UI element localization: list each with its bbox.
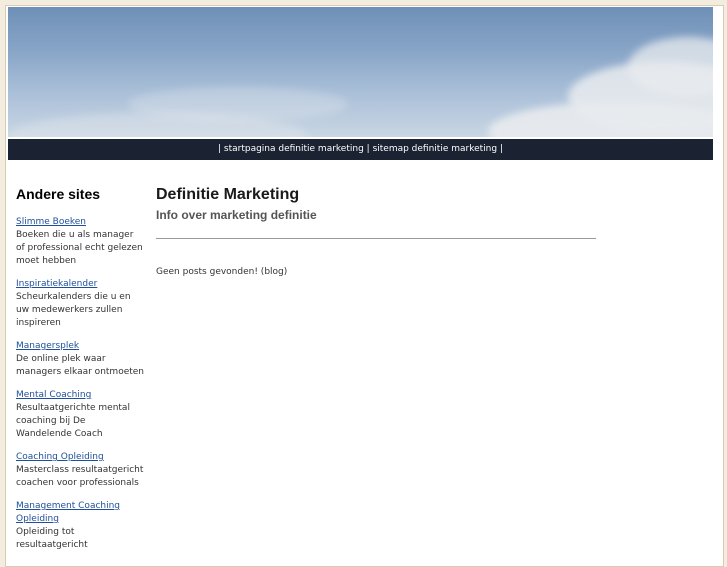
header-sky-banner [8,7,713,137]
nav-separator: | [497,144,503,154]
sidebar-site-item: Coaching Opleiding Masterclass resultaat… [16,451,144,490]
sidebar-title: Andere sites [16,186,101,202]
sidebar-site-item: Management Coaching Opleiding Opleiding … [16,500,144,552]
sidebar-site-description: Masterclass resultaatgericht coachen voo… [16,465,144,488]
sidebar-site-description: Opleiding tot resultaatgericht [16,527,88,550]
nav-link-home[interactable]: startpagina definitie marketing [224,144,364,154]
sidebar-site-item: Slimme Boeken Boeken die u als manager o… [16,216,144,268]
sidebar-site-description: De online plek waar managers elkaar ontm… [16,354,145,377]
page-subtitle: Info over marketing definitie [156,208,317,222]
divider [156,238,596,239]
page-title: Definitie Marketing [156,186,300,203]
sidebar-site-item: Inspiratiekalender Scheurkalenders die u… [16,278,144,330]
sidebar: Andere sites Slimme Boeken Boeken die u … [16,186,144,562]
sidebar-site-link[interactable]: Management Coaching Opleiding [16,501,120,524]
sidebar-site-link[interactable]: Inspiratiekalender [16,279,97,289]
sidebar-site-description: Boeken die u als manager of professional… [16,230,143,266]
cloud [128,87,348,122]
sidebar-site-item: Managersplek De online plek waar manager… [16,340,144,379]
nav-separator: | [363,144,373,154]
top-nav-bar: | startpagina definitie marketing | site… [8,139,713,160]
nav-link-sitemap[interactable]: sitemap definitie marketing [373,144,498,154]
sidebar-site-description: Resultaatgerichte mental coaching bij De… [16,403,130,439]
sidebar-site-item: Mental Coaching Resultaatgerichte mental… [16,389,144,441]
sidebar-site-link[interactable]: Mental Coaching [16,390,91,400]
sidebar-site-link[interactable]: Slimme Boeken [16,217,86,227]
main-content: Definitie Marketing Info over marketing … [156,186,596,277]
no-posts-message: Geen posts gevonden! (blog) [156,267,288,277]
sidebar-site-link[interactable]: Coaching Opleiding [16,452,104,462]
sidebar-site-link[interactable]: Managersplek [16,341,79,351]
sidebar-site-description: Scheurkalenders die u en uw medewerkers … [16,292,131,328]
